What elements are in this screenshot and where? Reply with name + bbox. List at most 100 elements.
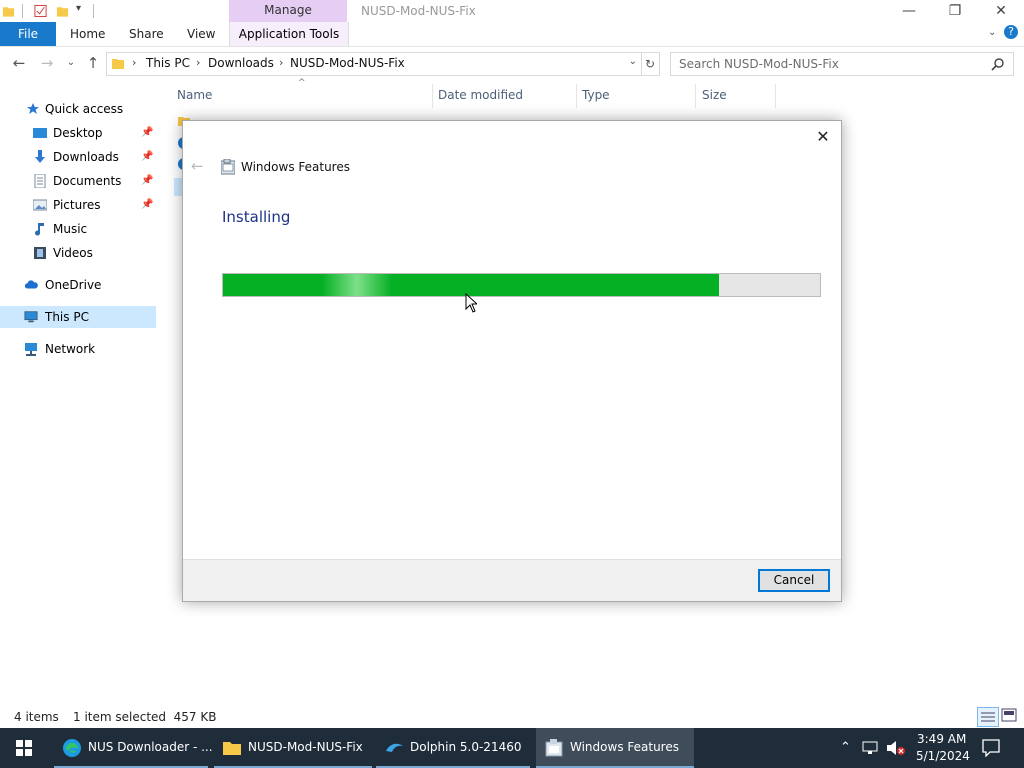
taskbar-item-file-explorer[interactable]: NUSD-Mod-NUS-Fix <box>214 728 372 768</box>
taskbar-item-dolphin[interactable]: Dolphin 5.0-21460 <box>376 728 530 768</box>
close-dialog-button[interactable]: ✕ <box>813 127 833 147</box>
show-hidden-icons-icon[interactable]: ⌃ <box>840 740 851 755</box>
search-input[interactable]: Search NUSD-Mod-NUS-Fix <box>670 52 1014 76</box>
close-window-button[interactable]: ✕ <box>978 0 1024 24</box>
sidebar-item-label: Music <box>53 222 88 236</box>
sidebar-item-label: OneDrive <box>45 278 102 292</box>
address-dropdown-icon[interactable]: ⌄ <box>629 56 637 67</box>
selection-info: 1 item selected 457 KB <box>73 710 217 724</box>
tab-home[interactable]: Home <box>70 22 105 46</box>
breadcrumb-chevron[interactable]: › <box>196 56 200 69</box>
new-folder-icon[interactable] <box>56 4 69 18</box>
details-view-button[interactable] <box>977 707 999 727</box>
sidebar-item-quick-access[interactable]: Quick access <box>0 98 156 120</box>
tab-file[interactable]: File <box>0 22 56 46</box>
sidebar-item-onedrive[interactable]: OneDrive <box>0 274 156 296</box>
column-header-date-modified[interactable]: Date modified <box>438 88 523 102</box>
sidebar-item-videos[interactable]: Videos <box>0 242 156 264</box>
windows-features-icon <box>545 739 563 757</box>
folder-icon <box>112 59 124 69</box>
clock-date[interactable]: 5/1/2024 <box>916 749 970 763</box>
music-note-icon <box>35 223 44 236</box>
computer-icon <box>24 311 38 323</box>
column-header-type[interactable]: Type <box>582 88 610 102</box>
taskbar-item-nus-downloader[interactable]: NUS Downloader - ... <box>54 728 213 768</box>
column-separator[interactable] <box>432 84 433 108</box>
network-icon <box>25 343 37 356</box>
sidebar-item-documents[interactable]: Documents 📌 <box>0 170 156 192</box>
large-icons-view-button[interactable] <box>1001 708 1019 724</box>
ribbon-tabs: File Home Share View Application Tools ⌄… <box>0 22 1024 47</box>
address-bar[interactable]: › This PC › Downloads › NUSD-Mod-NUS-Fix… <box>106 52 642 76</box>
start-button[interactable] <box>0 728 48 768</box>
divider <box>93 4 94 18</box>
dialog-title: Windows Features <box>241 160 350 174</box>
pin-icon: 📌 <box>141 151 154 162</box>
folder-icon[interactable] <box>2 4 15 18</box>
breadcrumb-this-pc[interactable]: This PC <box>146 56 190 70</box>
breadcrumb-downloads[interactable]: Downloads <box>208 56 274 70</box>
tab-share[interactable]: Share <box>129 22 164 46</box>
cloud-icon <box>24 280 38 289</box>
large-icons-view-icon <box>1001 708 1017 722</box>
taskbar-item-label: Dolphin 5.0-21460 <box>410 740 522 754</box>
back-arrow-icon[interactable]: ← <box>191 157 204 175</box>
status-bar: 4 items 1 item selected 457 KB <box>0 706 1024 728</box>
taskbar-item-windows-features[interactable]: Windows Features <box>536 728 694 768</box>
breadcrumb-chevron[interactable]: › <box>279 56 283 69</box>
video-icon <box>34 247 46 259</box>
column-separator[interactable] <box>576 84 577 108</box>
network-status-icon[interactable] <box>862 741 880 755</box>
cancel-button[interactable]: Cancel <box>758 569 830 592</box>
properties-icon[interactable] <box>34 4 47 18</box>
tab-view[interactable]: View <box>187 22 215 46</box>
tab-application-tools[interactable]: Application Tools <box>229 22 349 46</box>
pin-icon: 📌 <box>141 199 154 210</box>
taskbar: NUS Downloader - ... NUSD-Mod-NUS-Fix Do… <box>0 728 1024 768</box>
sidebar-item-label: Pictures <box>53 198 101 212</box>
taskbar-item-label: NUS Downloader - ... <box>88 740 213 754</box>
sidebar-item-this-pc[interactable]: This PC <box>0 306 156 328</box>
minimize-button[interactable]: — <box>886 0 932 24</box>
star-icon <box>27 103 39 114</box>
dialog-footer: Cancel <box>183 559 841 601</box>
details-view-icon <box>981 712 995 722</box>
sidebar-item-network[interactable]: Network <box>0 338 156 360</box>
window-title: NUSD-Mod-NUS-Fix <box>361 4 476 18</box>
navigation-bar: ← → ⌄ ↑ › This PC › Downloads › NUSD-Mod… <box>0 50 1024 78</box>
customize-toolbar-icon[interactable]: ▾ <box>76 3 81 14</box>
title-bar: ▾ Manage NUSD-Mod-NUS-Fix — ❐ ✕ <box>0 0 1024 24</box>
sidebar-item-pictures[interactable]: Pictures 📌 <box>0 194 156 216</box>
forward-button[interactable]: → <box>38 54 56 72</box>
divider <box>22 4 23 18</box>
search-placeholder: Search NUSD-Mod-NUS-Fix <box>679 57 839 71</box>
taskbar-item-label: Windows Features <box>570 740 679 754</box>
column-header-name[interactable]: Name <box>177 88 212 102</box>
volume-muted-icon[interactable] <box>886 740 906 756</box>
clock-time[interactable]: 3:49 AM <box>917 732 966 746</box>
column-separator[interactable] <box>775 84 776 108</box>
restore-button[interactable]: ❐ <box>932 0 978 24</box>
sidebar-item-downloads[interactable]: Downloads 📌 <box>0 146 156 168</box>
expand-ribbon-icon[interactable]: ⌄ <box>988 27 996 38</box>
windows-logo-icon <box>16 740 32 756</box>
sidebar-item-label: Quick access <box>45 102 124 116</box>
file-list-header: ^ Name Date modified Type Size <box>170 78 790 108</box>
recent-locations-button[interactable]: ⌄ <box>62 54 80 72</box>
notifications-icon[interactable] <box>982 739 1000 757</box>
taskbar-item-label: NUSD-Mod-NUS-Fix <box>248 740 363 754</box>
dolphin-icon <box>386 743 403 752</box>
up-button[interactable]: ↑ <box>84 54 102 72</box>
back-button[interactable]: ← <box>10 54 28 72</box>
sidebar-item-music[interactable]: Music <box>0 218 156 240</box>
column-header-size[interactable]: Size <box>702 88 727 102</box>
manage-context-tab[interactable]: Manage <box>229 0 347 22</box>
sidebar-item-desktop[interactable]: Desktop 📌 <box>0 122 156 144</box>
refresh-button[interactable]: ↻ <box>641 52 660 76</box>
sidebar-item-label: Documents <box>53 174 122 188</box>
column-separator[interactable] <box>695 84 696 108</box>
breadcrumb-chevron[interactable]: › <box>132 56 136 69</box>
breadcrumb-current-folder[interactable]: NUSD-Mod-NUS-Fix <box>290 56 405 70</box>
sidebar-item-label: Downloads <box>53 150 119 164</box>
help-icon[interactable]: ? <box>1004 25 1018 39</box>
